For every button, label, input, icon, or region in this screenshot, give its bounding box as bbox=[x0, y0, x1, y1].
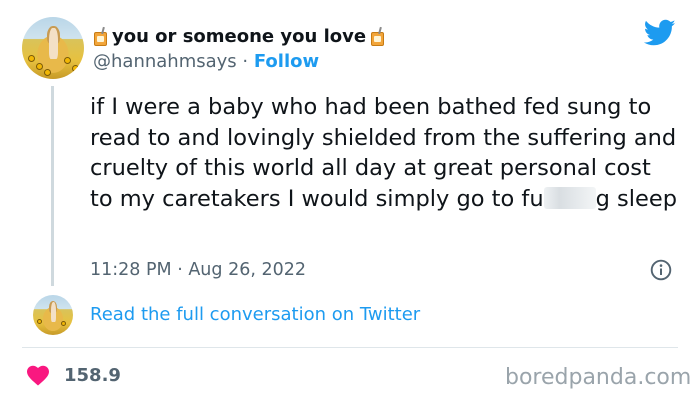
info-icon[interactable] bbox=[650, 259, 672, 281]
tweet-text: if I were a baby who had been bathed fed… bbox=[90, 92, 680, 214]
sunflower bbox=[64, 57, 71, 64]
divider bbox=[22, 347, 678, 348]
sunflower bbox=[36, 63, 43, 70]
avatar-figure bbox=[50, 302, 57, 323]
tweet-timestamp[interactable]: 11:28 PM · Aug 26, 2022 bbox=[90, 260, 306, 280]
sunflower bbox=[72, 65, 79, 72]
avatar-small[interactable] bbox=[33, 295, 73, 335]
sunflower bbox=[44, 69, 51, 76]
avatar-figure bbox=[49, 28, 58, 60]
user-handle[interactable]: @hannahmsays bbox=[93, 51, 237, 72]
sunflower bbox=[28, 55, 35, 62]
tweet-text-part-2: g sleep bbox=[595, 185, 677, 212]
likes-row[interactable]: 158.9 bbox=[26, 364, 121, 386]
censor-blur bbox=[543, 186, 596, 209]
likes-count: 158.9 bbox=[64, 364, 121, 386]
juice-box-icon bbox=[93, 26, 108, 47]
juice-box-icon bbox=[370, 26, 385, 47]
separator: · bbox=[236, 51, 254, 72]
heart-icon[interactable] bbox=[26, 364, 50, 386]
handle-row: @hannahmsays · Follow bbox=[93, 51, 319, 72]
twitter-bird-icon[interactable] bbox=[644, 19, 676, 47]
follow-button[interactable]: Follow bbox=[254, 51, 319, 72]
read-conversation-link[interactable]: Read the full conversation on Twitter bbox=[90, 304, 420, 325]
thread-line bbox=[51, 86, 54, 286]
avatar[interactable] bbox=[22, 17, 84, 79]
watermark: boredpanda.com bbox=[505, 365, 692, 390]
sunflower bbox=[61, 321, 66, 326]
sunflower bbox=[37, 319, 42, 324]
display-name[interactable]: you or someone you love bbox=[112, 26, 366, 47]
author-name-row[interactable]: you or someone you love bbox=[93, 26, 385, 47]
